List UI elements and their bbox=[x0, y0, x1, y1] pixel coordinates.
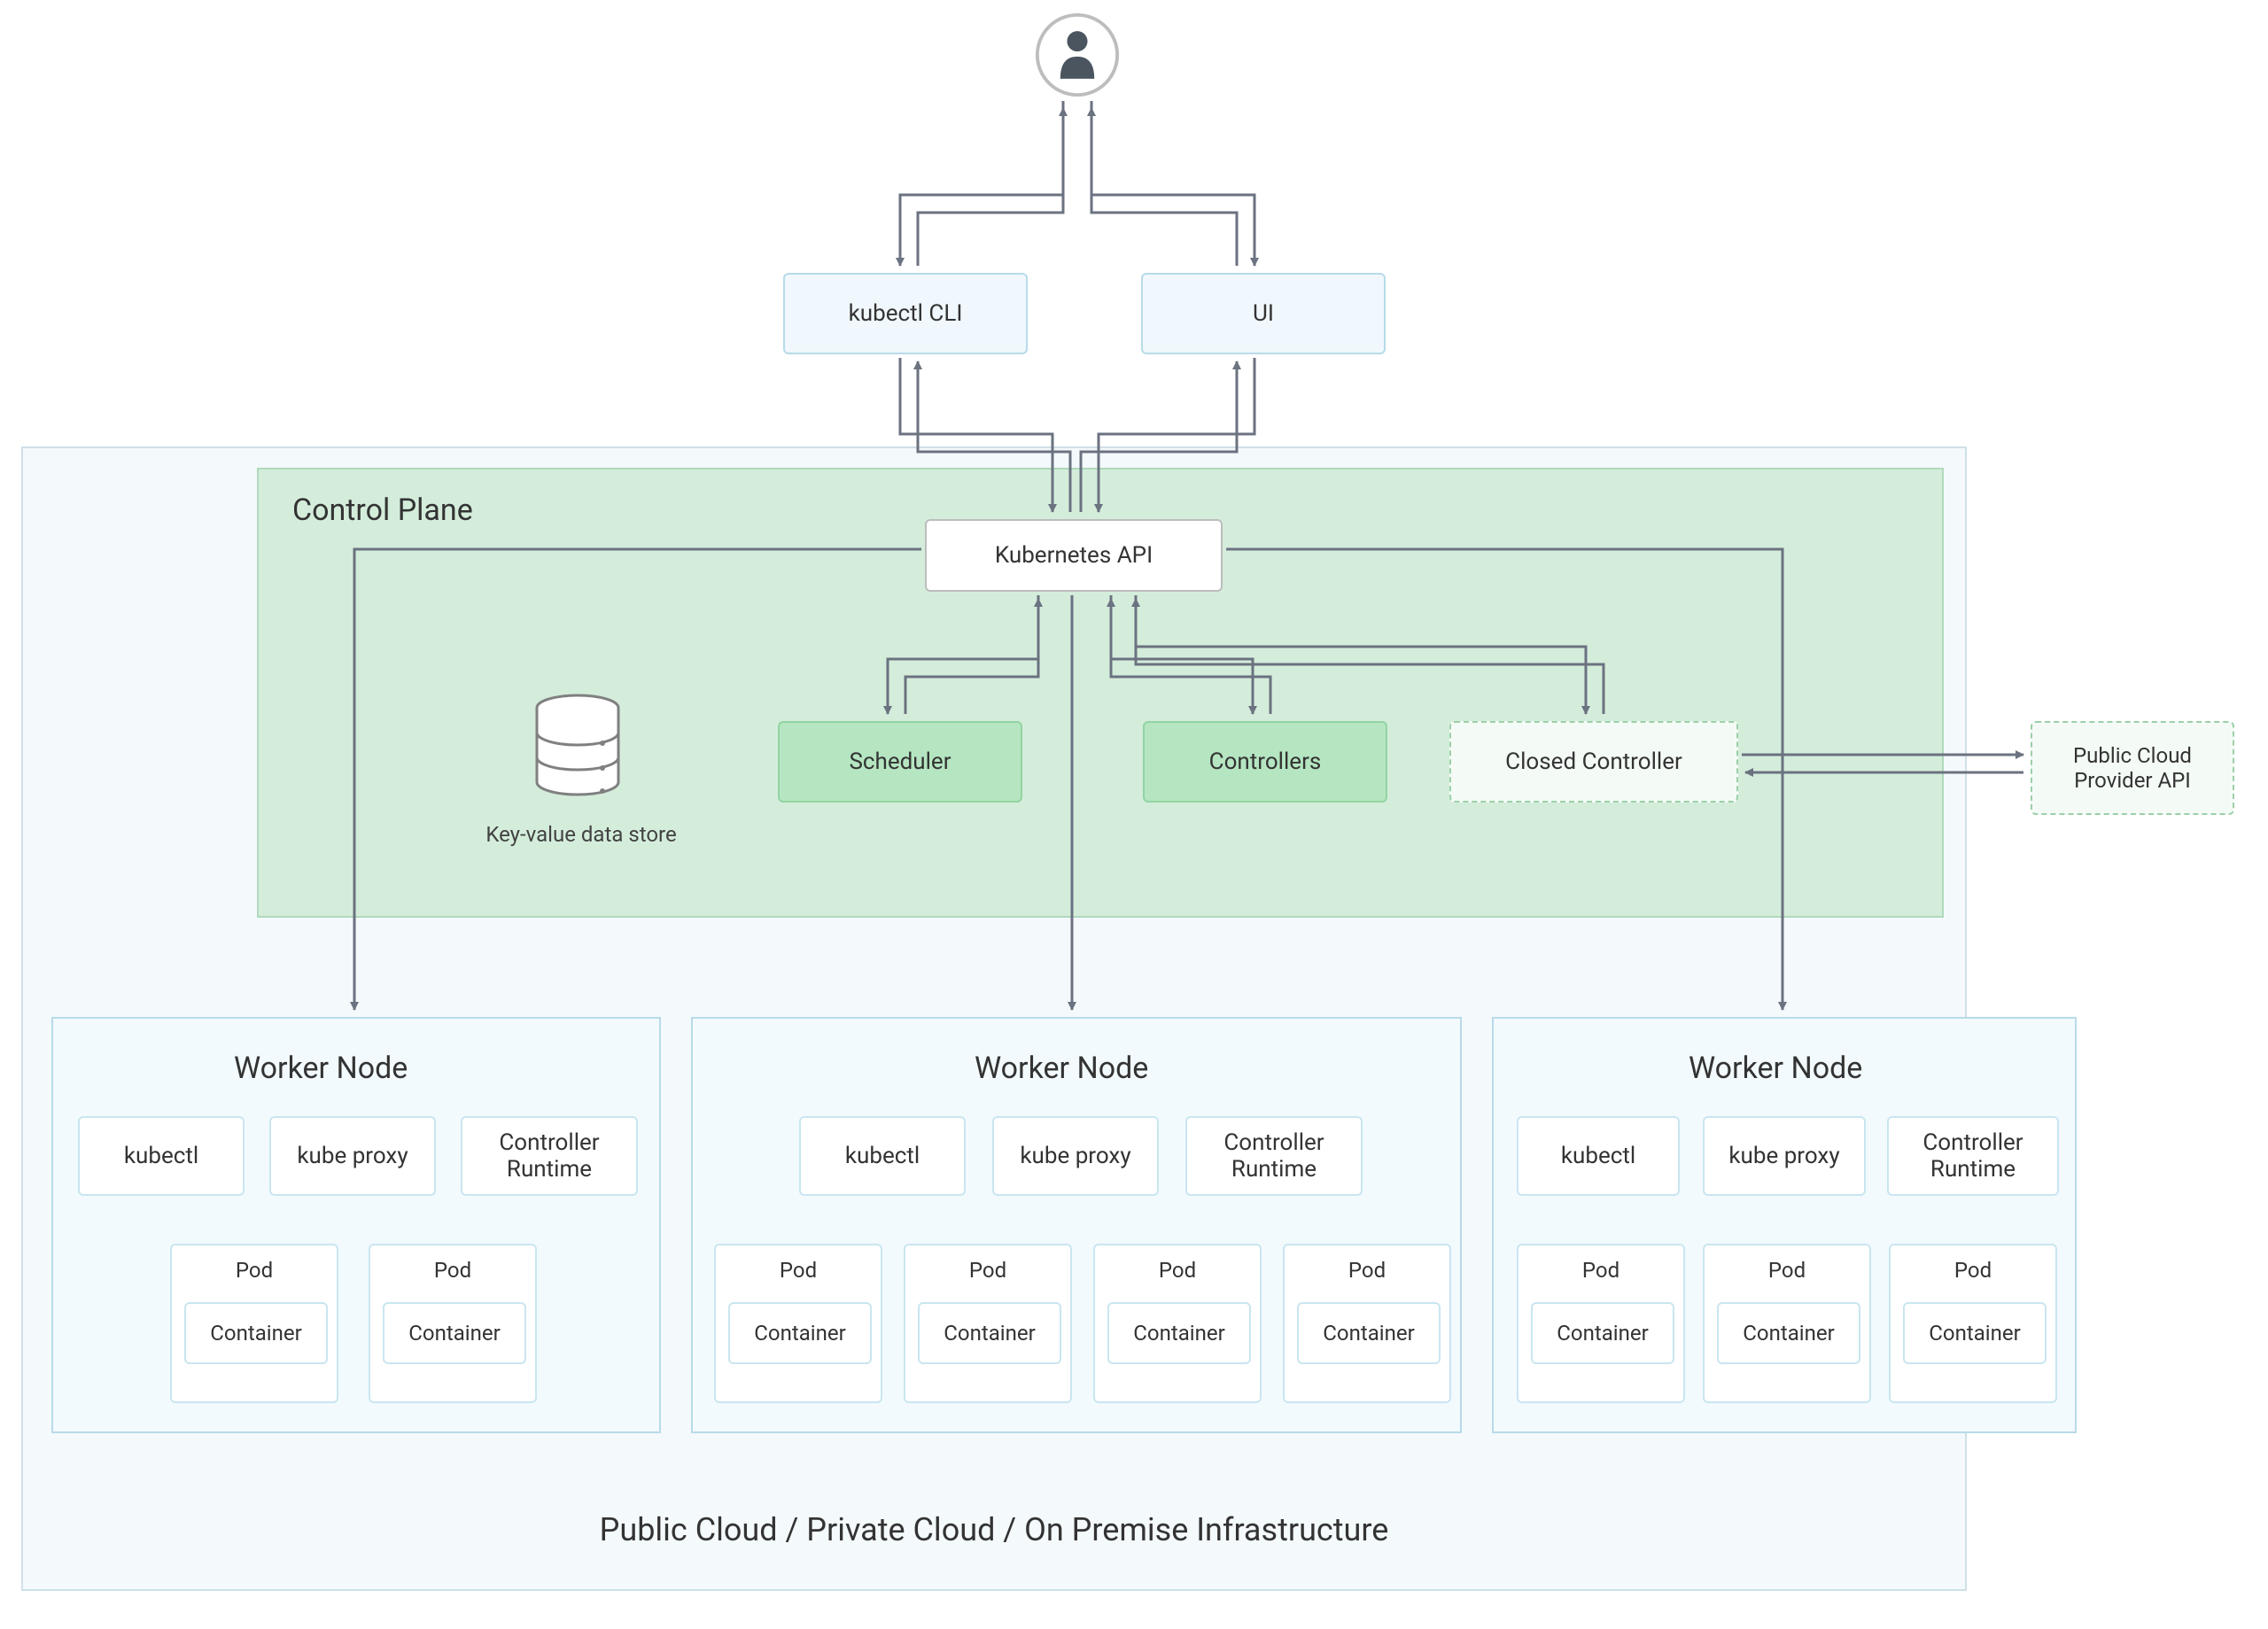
w3-pod-1-label: Pod bbox=[1518, 1258, 1683, 1283]
ui-label: UI bbox=[1253, 300, 1274, 327]
w3-pod-1-container: Container bbox=[1531, 1302, 1674, 1364]
w2-kubeproxy: kube proxy bbox=[992, 1116, 1159, 1196]
w3-pod-1: Pod Container bbox=[1517, 1244, 1685, 1403]
kubernetes-api-label: Kubernetes API bbox=[995, 542, 1153, 569]
w3-runtime-label: Controller Runtime bbox=[1889, 1129, 2057, 1183]
w1-pod-1: Pod Container bbox=[170, 1244, 338, 1403]
controllers-label: Controllers bbox=[1209, 749, 1322, 775]
w2-pod-2-label: Pod bbox=[905, 1258, 1070, 1283]
w2-pod-3-label: Pod bbox=[1095, 1258, 1260, 1283]
w2-runtime: Controller Runtime bbox=[1185, 1116, 1363, 1196]
w2-runtime-label: Controller Runtime bbox=[1187, 1129, 1361, 1183]
w3-pod-3-container: Container bbox=[1903, 1302, 2047, 1364]
w3-pod-2-label: Pod bbox=[1705, 1258, 1869, 1283]
w1-runtime-label: Controller Runtime bbox=[462, 1129, 636, 1183]
w3-pod-3: Pod Container bbox=[1889, 1244, 2057, 1403]
w3-kubeproxy: kube proxy bbox=[1703, 1116, 1866, 1196]
footer-label: Public Cloud / Private Cloud / On Premis… bbox=[21, 1511, 1967, 1548]
provider-api-label: Public Cloud Provider API bbox=[2073, 743, 2192, 793]
w1-kubeproxy-label: kube proxy bbox=[297, 1143, 408, 1169]
w2-kubeproxy-label: kube proxy bbox=[1020, 1143, 1130, 1169]
w1-kubectl-label: kubectl bbox=[124, 1143, 198, 1169]
kubernetes-api-box: Kubernetes API bbox=[925, 519, 1223, 592]
w2-pod-4-container: Container bbox=[1297, 1302, 1441, 1364]
w2-pod-1-label: Pod bbox=[716, 1258, 881, 1283]
w3-kubeproxy-label: kube proxy bbox=[1728, 1143, 1839, 1169]
w2-pod-4-label: Pod bbox=[1285, 1258, 1449, 1283]
w2-pod-2: Pod Container bbox=[904, 1244, 1072, 1403]
controllers-box: Controllers bbox=[1143, 721, 1387, 803]
w2-kubectl-label: kubectl bbox=[845, 1143, 920, 1169]
w3-pod-3-label: Pod bbox=[1891, 1258, 2055, 1283]
w2-pod-2-container: Container bbox=[918, 1302, 1061, 1364]
w2-pod-1: Pod Container bbox=[714, 1244, 882, 1403]
w2-kubectl: kubectl bbox=[799, 1116, 966, 1196]
w2-pod-3-container: Container bbox=[1107, 1302, 1251, 1364]
closed-controller-label: Closed Controller bbox=[1505, 749, 1682, 775]
kubectl-cli-box: kubectl CLI bbox=[783, 273, 1028, 354]
scheduler-label: Scheduler bbox=[849, 749, 951, 775]
w1-kubectl: kubectl bbox=[78, 1116, 245, 1196]
ui-box: UI bbox=[1141, 273, 1386, 354]
provider-api-box: Public Cloud Provider API bbox=[2031, 721, 2234, 815]
w2-pod-1-container: Container bbox=[728, 1302, 872, 1364]
kubectl-cli-label: kubectl CLI bbox=[849, 300, 963, 327]
w3-pod-2-container: Container bbox=[1717, 1302, 1860, 1364]
w1-runtime: Controller Runtime bbox=[461, 1116, 638, 1196]
w1-pod-1-label: Pod bbox=[172, 1258, 337, 1283]
w3-pod-2: Pod Container bbox=[1703, 1244, 1871, 1403]
scheduler-box: Scheduler bbox=[778, 721, 1022, 803]
w2-pod-3: Pod Container bbox=[1093, 1244, 1262, 1403]
w1-pod-2-label: Pod bbox=[370, 1258, 535, 1283]
w3-kubectl-label: kubectl bbox=[1561, 1143, 1635, 1169]
w1-kubeproxy: kube proxy bbox=[269, 1116, 436, 1196]
w1-pod-2: Pod Container bbox=[369, 1244, 537, 1403]
worker-node-3-title: Worker Node bbox=[1689, 1051, 1862, 1086]
user-icon bbox=[1035, 12, 1120, 97]
w2-pod-4: Pod Container bbox=[1283, 1244, 1451, 1403]
w3-kubectl: kubectl bbox=[1517, 1116, 1680, 1196]
worker-node-1-title: Worker Node bbox=[234, 1051, 408, 1086]
w1-pod-1-container: Container bbox=[184, 1302, 328, 1364]
datastore-icon bbox=[533, 694, 622, 800]
w1-pod-2-container: Container bbox=[383, 1302, 526, 1364]
closed-controller-box: Closed Controller bbox=[1449, 721, 1738, 803]
w3-runtime: Controller Runtime bbox=[1887, 1116, 2059, 1196]
control-plane-title: Control Plane bbox=[292, 493, 473, 528]
datastore-label: Key-value data store bbox=[466, 822, 696, 847]
worker-node-2-title: Worker Node bbox=[975, 1051, 1148, 1086]
